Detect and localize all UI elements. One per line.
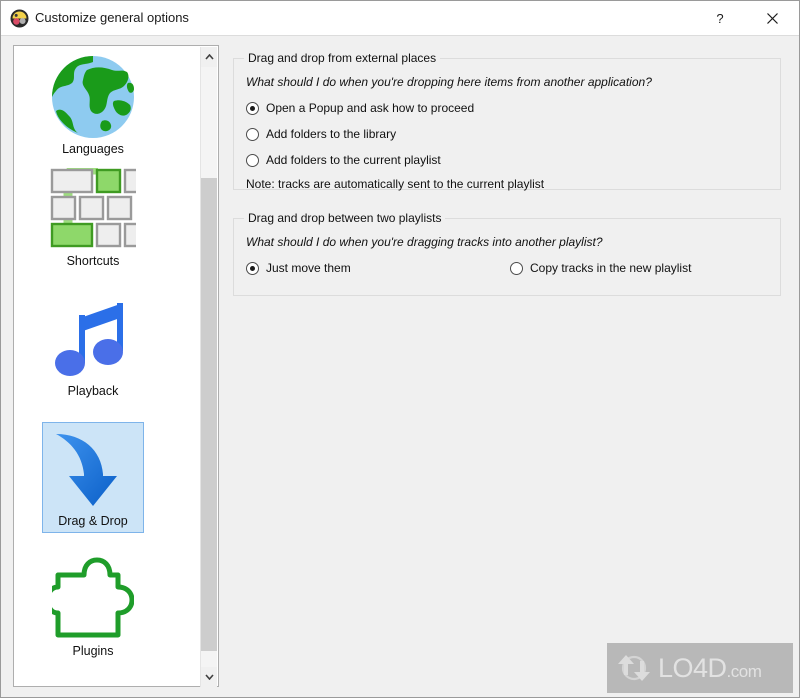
curved-arrow-icon (43, 425, 143, 513)
globe-icon (43, 53, 143, 141)
music-note-icon (43, 295, 143, 383)
watermark: LO4D.com (607, 643, 793, 693)
sidebar-item-label: Languages (62, 142, 124, 156)
media-player-icon (10, 9, 29, 28)
radio-indicator[interactable] (510, 261, 523, 275)
sidebar-item-languages[interactable]: Languages (42, 50, 144, 161)
sidebar-item-playback[interactable]: Playback (42, 292, 144, 403)
group-title: Drag and drop from external places (244, 51, 441, 65)
radio-indicator[interactable] (246, 127, 259, 141)
radio-label: Add folders to the library (266, 127, 397, 141)
radio-indicator[interactable] (246, 261, 259, 275)
group-title: Drag and drop between two playlists (244, 211, 446, 225)
radio-indicator[interactable] (246, 101, 259, 115)
radio-label: Copy tracks in the new playlist (530, 261, 692, 275)
scrollbar-down-button[interactable] (201, 667, 217, 687)
group-question: What should I do when you're dropping he… (246, 75, 652, 89)
scrollbar-up-button[interactable] (201, 47, 217, 67)
sidebar-item-label: Playback (67, 384, 119, 398)
chevron-up-icon (204, 54, 214, 60)
radio-label: Open a Popup and ask how to proceed (266, 101, 475, 115)
close-button[interactable] (749, 1, 795, 35)
radio-add-folders-library[interactable]: Add folders to the library (246, 127, 396, 141)
watermark-brand: LO4D (658, 652, 727, 683)
radio-just-move[interactable]: Just move them (246, 261, 351, 275)
help-button[interactable]: ? (697, 1, 743, 35)
watermark-suffix: .com (726, 661, 762, 681)
puzzle-piece-icon (43, 555, 143, 643)
recycle-arrows-icon (618, 655, 650, 681)
sidebar-item-plugins[interactable]: Plugins (42, 552, 144, 663)
window-title: Customize general options (35, 10, 189, 25)
close-icon (766, 12, 778, 24)
settings-pane: Drag and drop from external places What … (233, 45, 789, 687)
radio-open-popup[interactable]: Open a Popup and ask how to proceed (246, 101, 474, 115)
scrollbar-thumb[interactable] (201, 178, 217, 651)
radio-add-folders-playlist[interactable]: Add folders to the current playlist (246, 153, 441, 167)
radio-label: Just move them (266, 261, 351, 275)
group-between-playlists: Drag and drop between two playlists What… (233, 211, 781, 296)
watermark-text: LO4D.com (658, 652, 762, 684)
radio-label: Add folders to the current playlist (266, 153, 441, 167)
sidebar-item-label: Plugins (72, 644, 114, 658)
category-list-items: Languages Shortcuts Playback Drag & Drop… (14, 46, 202, 686)
sidebar-item-label: Shortcuts (66, 254, 120, 268)
group-external-drag-drop: Drag and drop from external places What … (233, 51, 781, 191)
options-dialog: Customize general options ? Languages Sh… (0, 0, 800, 698)
radio-copy-tracks[interactable]: Copy tracks in the new playlist (510, 261, 691, 275)
sidebar-item-label: Drag & Drop (58, 514, 128, 528)
sidebar-scrollbar[interactable] (200, 47, 217, 687)
category-list[interactable]: Languages Shortcuts Playback Drag & Drop… (13, 45, 219, 687)
group-question: What should I do when you're dragging tr… (246, 235, 603, 249)
chevron-down-icon (204, 674, 214, 680)
keyboard-keys-icon (43, 165, 143, 253)
group-note: Note: tracks are automatically sent to t… (246, 177, 545, 191)
radio-indicator[interactable] (246, 153, 259, 167)
sidebar-item-shortcuts[interactable]: Shortcuts (42, 162, 144, 273)
sidebar-item-drag-and-drop[interactable]: Drag & Drop (42, 422, 144, 533)
title-bar: Customize general options ? (1, 1, 799, 36)
